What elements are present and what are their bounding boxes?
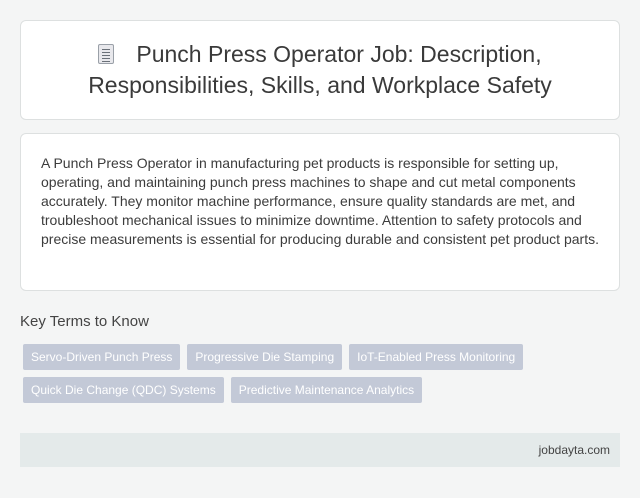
page-title-text: Punch Press Operator Job: Description, R… — [88, 41, 552, 98]
key-terms-list: Servo-Driven Punch Press Progressive Die… — [23, 344, 583, 403]
key-term-tag[interactable]: Servo-Driven Punch Press — [23, 344, 181, 370]
footer-site-link[interactable]: jobdayta.com — [539, 443, 610, 457]
key-term-tag[interactable]: IoT-Enabled Press Monitoring — [349, 344, 524, 370]
page-title: Punch Press Operator Job: Description, R… — [45, 39, 595, 101]
description-card: A Punch Press Operator in manufacturing … — [20, 133, 620, 291]
key-term-tag[interactable]: Progressive Die Stamping — [187, 344, 343, 370]
key-term-tag[interactable]: Quick Die Change (QDC) Systems — [23, 377, 224, 403]
footer: jobdayta.com — [20, 433, 620, 467]
key-terms-heading: Key Terms to Know — [20, 313, 149, 330]
key-term-tag[interactable]: Predictive Maintenance Analytics — [230, 377, 423, 403]
document-icon — [98, 44, 115, 64]
description-text: A Punch Press Operator in manufacturing … — [41, 155, 599, 247]
title-card: Punch Press Operator Job: Description, R… — [20, 20, 620, 120]
page: Punch Press Operator Job: Description, R… — [0, 0, 640, 498]
